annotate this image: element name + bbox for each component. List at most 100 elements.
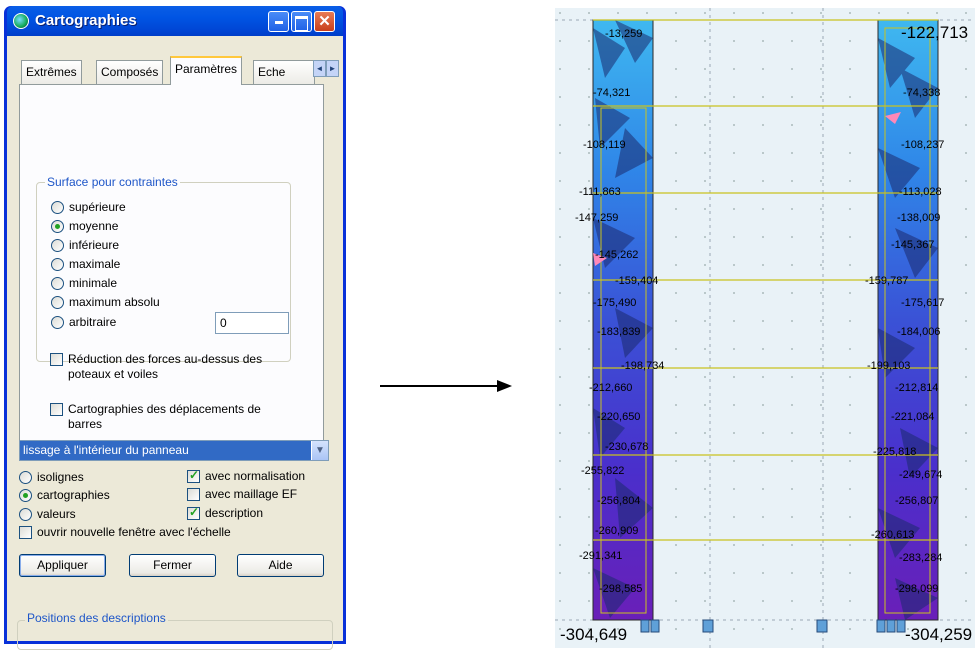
arbitrary-value-input[interactable]	[215, 312, 289, 334]
left-label: -220,650	[597, 411, 640, 423]
checkbox[interactable]	[50, 403, 63, 416]
checkbox-maillage[interactable]: avec maillage EF	[187, 487, 297, 502]
right-label: -298,099	[895, 583, 938, 595]
maximize-button[interactable]	[291, 11, 312, 32]
tab-scroll-buttons: ◄ ►	[313, 60, 339, 77]
checkbox-new-window[interactable]: ouvrir nouvelle fenêtre avec l'échelle	[19, 525, 231, 540]
radio-label: supérieure	[69, 200, 126, 214]
title-bar[interactable]: Cartographies ✕	[7, 6, 343, 36]
radio-valeurs[interactable]: valeurs	[19, 507, 76, 521]
help-button[interactable]: Aide	[237, 554, 324, 577]
left-label: -74,321	[593, 87, 630, 99]
right-base-label: -304,259	[905, 625, 972, 644]
minimize-button[interactable]	[268, 11, 289, 32]
app-icon	[13, 13, 29, 29]
tab-extremes[interactable]: Extrêmes	[21, 60, 82, 84]
radio-button[interactable]	[51, 257, 64, 271]
close-dialog-button[interactable]: Fermer	[129, 554, 216, 577]
radio-moyenne[interactable]: moyenne	[51, 219, 118, 233]
radio-button[interactable]	[19, 507, 32, 521]
radio-isolignes[interactable]: isolignes	[19, 470, 84, 484]
positions-group-title: Positions des descriptions	[25, 611, 168, 625]
left-label: -255,822	[581, 465, 624, 477]
radio-button[interactable]	[51, 200, 64, 214]
stress-map-canvas: -13,259 -74,321 -108,119 -111,863 -147,2…	[555, 8, 975, 648]
radio-arbitraire[interactable]: arbitraire	[51, 315, 116, 329]
tab-parametres[interactable]: Paramètres	[170, 56, 243, 85]
tab-scroll-left-icon[interactable]: ◄	[313, 60, 326, 77]
radio-button[interactable]	[51, 276, 64, 290]
right-label: -249,674	[899, 469, 942, 481]
stress-map-view[interactable]: -13,259 -74,321 -108,119 -111,863 -147,2…	[555, 8, 975, 648]
radio-label: cartographies	[37, 488, 110, 502]
checkbox-label: ouvrir nouvelle fenêtre avec l'échelle	[37, 525, 231, 539]
minimize-icon	[269, 21, 288, 24]
chevron-down-icon[interactable]: ▼	[311, 441, 328, 460]
smoothing-select-value: lissage à l'intérieur du panneau	[23, 443, 189, 457]
checkbox-label: Réduction des forces au-dessus des potea…	[68, 352, 263, 381]
checkbox-label: avec normalisation	[205, 469, 306, 483]
smoothing-select[interactable]: lissage à l'intérieur du panneau ▼	[19, 440, 329, 461]
radio-button[interactable]	[51, 295, 64, 309]
tab-echelle[interactable]: Eche	[253, 60, 315, 84]
checkbox-label: Cartographies des déplacements de barres	[68, 402, 261, 431]
right-label: -108,237	[901, 139, 944, 151]
left-label: -230,678	[605, 441, 648, 453]
close-button[interactable]: ✕	[314, 11, 335, 32]
radio-button-selected[interactable]	[51, 219, 64, 233]
radio-label: minimale	[69, 276, 118, 290]
radio-label: moyenne	[69, 219, 119, 233]
right-label: -225,818	[873, 446, 916, 458]
radio-superieure[interactable]: supérieure	[51, 200, 126, 214]
checkbox-displacement[interactable]: Cartographies des déplacements de barres	[50, 402, 290, 432]
checkbox-description[interactable]: description	[187, 505, 264, 521]
radio-button[interactable]	[51, 315, 64, 329]
checkbox-checked[interactable]	[187, 468, 200, 483]
checkbox-label: description	[205, 506, 264, 520]
close-icon: ✕	[318, 13, 331, 30]
radio-label: arbitraire	[69, 315, 117, 329]
radio-label: inférieure	[69, 238, 120, 252]
right-label: -138,009	[897, 212, 940, 224]
checkbox-label: avec maillage EF	[205, 487, 298, 501]
radio-inferieure[interactable]: inférieure	[51, 238, 119, 252]
right-label: -260,613	[871, 529, 914, 541]
radio-maximale[interactable]: maximale	[51, 257, 120, 271]
checkbox-checked[interactable]	[187, 505, 200, 520]
left-label: -111,863	[579, 186, 621, 198]
checkbox[interactable]	[187, 488, 200, 501]
left-label: -108,119	[583, 139, 626, 151]
checkbox[interactable]	[50, 353, 63, 366]
apply-button[interactable]: Appliquer	[19, 554, 106, 577]
radio-label: maximale	[69, 257, 121, 271]
checkbox[interactable]	[19, 526, 32, 539]
arrow-line	[380, 385, 500, 387]
right-top-label: -122,713	[901, 23, 968, 42]
radio-minimale[interactable]: minimale	[51, 276, 117, 290]
radio-button[interactable]	[19, 470, 32, 484]
radio-button[interactable]	[51, 238, 64, 252]
arrow-right-icon	[497, 380, 512, 392]
right-label: -212,814	[895, 382, 938, 394]
radio-label: maximum absolu	[69, 295, 160, 309]
radio-cartographies[interactable]: cartographies	[19, 488, 110, 502]
left-base-label: -304,649	[560, 625, 627, 644]
left-label: -291,341	[579, 550, 622, 562]
left-label: -212,660	[589, 382, 632, 394]
right-label: -159,787	[865, 275, 908, 287]
window-title: Cartographies	[35, 12, 137, 29]
radio-maximum-absolu[interactable]: maximum absolu	[51, 295, 160, 309]
left-label: -183,839	[597, 326, 640, 338]
checkbox-normalisation[interactable]: avec normalisation	[187, 468, 306, 484]
right-label: -175,617	[901, 297, 944, 309]
left-label: -147,259	[575, 212, 618, 224]
left-label: -145,262	[595, 249, 638, 261]
right-label: -221,084	[891, 411, 934, 423]
right-label: -74,338	[903, 87, 940, 99]
tab-composes[interactable]: Composés	[96, 60, 164, 84]
radio-label: valeurs	[37, 507, 76, 521]
radio-button-selected[interactable]	[19, 488, 32, 502]
right-label: -113,028	[899, 186, 942, 198]
tab-scroll-right-icon[interactable]: ►	[326, 60, 339, 77]
checkbox-reduction[interactable]: Réduction des forces au-dessus des potea…	[50, 352, 290, 382]
